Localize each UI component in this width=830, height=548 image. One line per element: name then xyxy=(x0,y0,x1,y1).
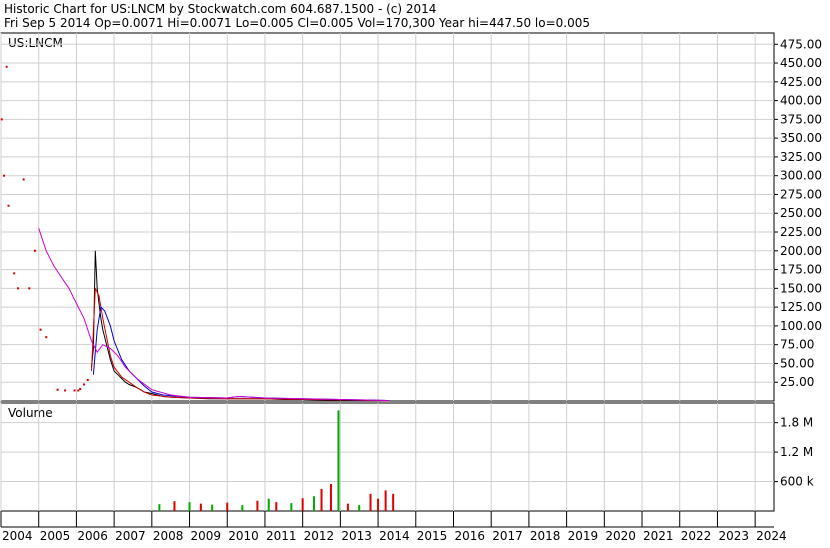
price-tick-label: 175.00 xyxy=(780,263,822,277)
price-point xyxy=(33,249,36,252)
price-point xyxy=(22,178,25,181)
year-tick-label: 2009 xyxy=(191,529,222,543)
year-tick-label: 2017 xyxy=(492,529,523,543)
price-point xyxy=(45,336,48,339)
volume-tick-label: 1.8 M xyxy=(780,416,813,430)
price-tick-label: 200.00 xyxy=(780,244,822,258)
volume-tick-label: 1.2 M xyxy=(780,445,813,459)
price-point xyxy=(79,387,82,390)
volume-bar xyxy=(312,496,315,511)
price-tick-label: 375.00 xyxy=(780,112,822,126)
price-point xyxy=(13,272,16,275)
year-tick-label: 2008 xyxy=(153,529,184,543)
price-point xyxy=(7,204,10,207)
price-tick-label: 125.00 xyxy=(780,300,822,314)
price-tick-label: 100.00 xyxy=(780,319,822,333)
volume-bar xyxy=(256,500,259,511)
volume-bar xyxy=(211,504,214,511)
price-tick-label: 150.00 xyxy=(780,281,822,295)
year-tick-label: 2004 xyxy=(2,529,33,543)
price-tick-label: 475.00 xyxy=(780,37,822,51)
year-tick-label: 2010 xyxy=(228,529,259,543)
price-point xyxy=(39,328,42,331)
price-point xyxy=(5,65,8,68)
volume-bar xyxy=(358,505,361,511)
volume-tick-label: 600 k xyxy=(780,475,814,489)
year-tick-label: 2012 xyxy=(304,529,335,543)
year-tick-label: 2019 xyxy=(568,529,599,543)
year-tick-label: 2023 xyxy=(718,529,749,543)
price-point xyxy=(0,118,3,121)
price-tick-label: 450.00 xyxy=(780,56,822,70)
price-tick-label: 225.00 xyxy=(780,225,822,239)
volume-bar xyxy=(346,503,349,511)
price-point xyxy=(16,287,19,290)
price-tick-label: 400.00 xyxy=(780,94,822,108)
volume-bar xyxy=(267,498,270,511)
price-tick-label: 50.00 xyxy=(780,356,814,370)
price-tick-label: 250.00 xyxy=(780,206,822,220)
historic-chart: Historic Chart for US:LNCM by Stockwatch… xyxy=(0,0,830,543)
chart-header-line2: Fri Sep 5 2014 Op=0.0071 Hi=0.0071 Lo=0.… xyxy=(4,16,590,30)
year-tick-label: 2013 xyxy=(341,529,372,543)
volume-bar xyxy=(377,498,380,511)
year-tick-label: 2007 xyxy=(115,529,146,543)
price-point xyxy=(73,389,76,392)
price-point xyxy=(82,383,85,386)
volume-bar xyxy=(188,502,191,511)
volume-bar xyxy=(329,484,332,511)
chart-header-line1: Historic Chart for US:LNCM by Stockwatch… xyxy=(4,2,436,16)
price-tick-label: 275.00 xyxy=(780,187,822,201)
volume-bar xyxy=(320,488,323,511)
year-tick-label: 2014 xyxy=(379,529,410,543)
year-tick-label: 2020 xyxy=(605,529,636,543)
volume-bar xyxy=(290,503,293,511)
price-tick-label: 300.00 xyxy=(780,169,822,183)
price-tick-label: 350.00 xyxy=(780,131,822,145)
price-tick-label: 425.00 xyxy=(780,75,822,89)
volume-bar xyxy=(392,493,395,511)
price-point xyxy=(56,388,59,391)
year-tick-label: 2016 xyxy=(454,529,485,543)
volume-bar xyxy=(275,502,278,511)
price-panel-title: US:LNCM xyxy=(8,36,63,50)
chart-root: Historic Chart for US:LNCM by Stockwatch… xyxy=(0,0,830,543)
volume-bar xyxy=(337,410,340,511)
volume-bar xyxy=(369,493,372,511)
volume-bar xyxy=(301,498,304,511)
price-point xyxy=(3,174,6,177)
volume-bar xyxy=(384,490,387,511)
volume-bar xyxy=(199,503,202,511)
volume-bar xyxy=(241,505,244,511)
volume-panel-title: Volume xyxy=(8,406,53,420)
year-tick-label: 2011 xyxy=(266,529,297,543)
price-tick-label: 25.00 xyxy=(780,375,814,389)
year-tick-label: 2006 xyxy=(77,529,108,543)
year-tick-label: 2024 xyxy=(756,529,787,543)
year-tick-label: 2018 xyxy=(530,529,561,543)
year-tick-label: 2022 xyxy=(681,529,712,543)
price-point xyxy=(86,378,89,381)
year-tick-label: 2005 xyxy=(40,529,71,543)
price-point xyxy=(28,287,31,290)
volume-bar xyxy=(158,504,161,511)
price-point xyxy=(77,389,80,392)
price-tick-label: 75.00 xyxy=(780,338,814,352)
price-tick-label: 325.00 xyxy=(780,150,822,164)
volume-bar xyxy=(173,501,176,511)
price-point xyxy=(64,389,67,392)
volume-bar xyxy=(226,502,229,511)
year-tick-label: 2021 xyxy=(643,529,674,543)
year-tick-label: 2015 xyxy=(417,529,448,543)
